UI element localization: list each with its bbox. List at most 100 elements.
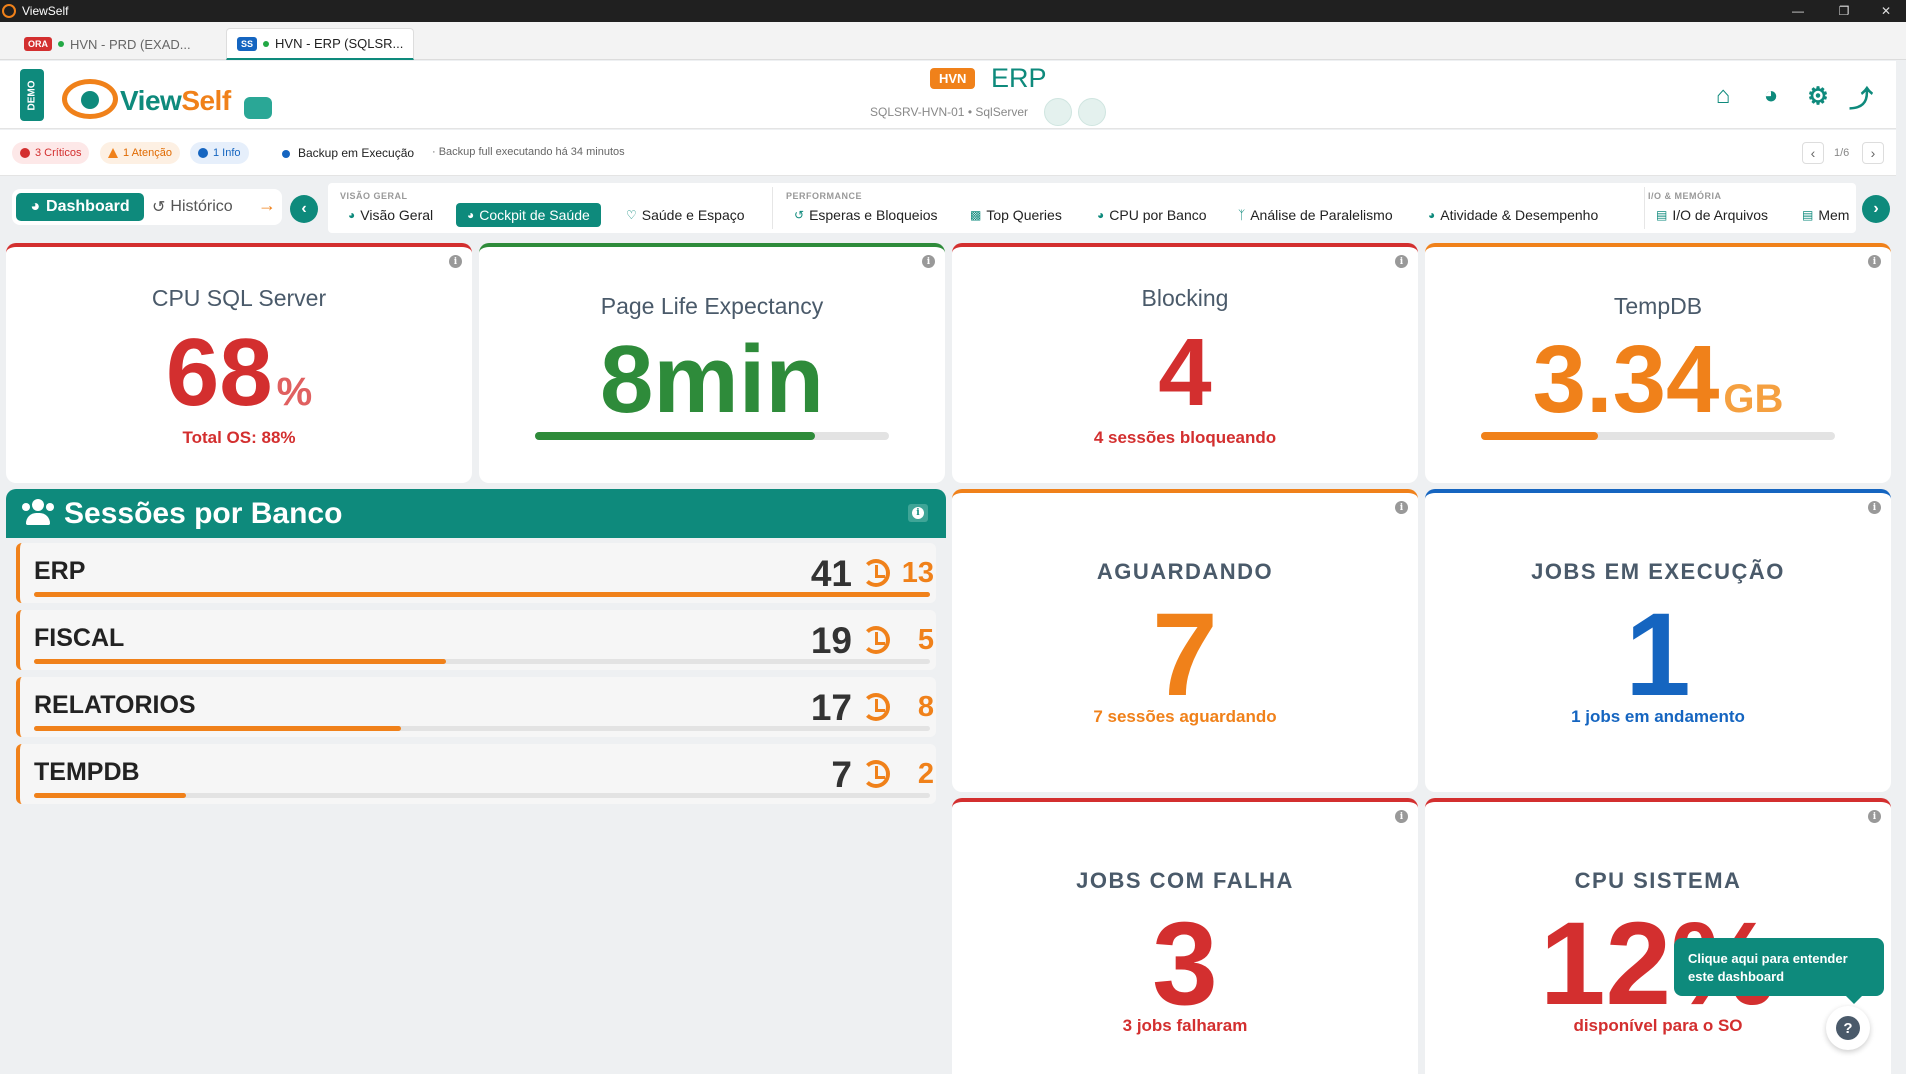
nav-io-de-arquivos[interactable]: ▤ I/O de Arquivos bbox=[1650, 203, 1774, 227]
nav-saude-e-espaco[interactable]: ♡ Saúde e Espaço bbox=[620, 203, 751, 227]
bar-chart-icon: ▩ bbox=[970, 208, 982, 222]
window-edge bbox=[1896, 60, 1906, 1074]
section-io-memoria: I/O & MEMÓRIA bbox=[1648, 191, 1722, 201]
info-icon[interactable]: i bbox=[908, 504, 928, 522]
session-bar-fill bbox=[34, 659, 447, 664]
warning-chip[interactable]: 1 Atenção bbox=[100, 142, 180, 164]
pie-chart-icon[interactable]: ◕ bbox=[1756, 81, 1786, 111]
help-tooltip[interactable]: Clique aqui para entender este dashboard bbox=[1674, 938, 1884, 1004]
plug-icon[interactable] bbox=[1044, 98, 1072, 126]
info-icon[interactable]: i bbox=[1868, 501, 1881, 514]
home-icon[interactable]: ⌂ bbox=[1708, 81, 1738, 111]
card-aguardando: i AGUARDANDO 7 7 sessões aguardando bbox=[952, 489, 1418, 792]
backup-description: · Backup full executando há 34 minutos bbox=[432, 146, 625, 158]
info-icon[interactable]: i bbox=[922, 255, 935, 268]
dashboard-button[interactable]: ◕ Dashboard bbox=[16, 193, 144, 221]
kpi-value: 3.34 GB bbox=[1425, 332, 1891, 428]
kpi-title: Blocking bbox=[1141, 285, 1229, 311]
session-bar-fill bbox=[34, 793, 187, 798]
card-blocking: i Blocking 4 4 sessões bloqueando bbox=[952, 243, 1418, 483]
warning-icon bbox=[108, 148, 118, 158]
ple-progress-bar bbox=[535, 432, 889, 440]
kpi-unit: % bbox=[276, 370, 313, 414]
close-button[interactable]: ✕ bbox=[1866, 0, 1906, 22]
nav-analise-de-paralelismo[interactable]: ᛉ Análise de Paralelismo bbox=[1232, 203, 1399, 227]
gauge-icon: ◕ bbox=[348, 208, 356, 222]
ple-progress-fill bbox=[535, 432, 815, 440]
info-icon[interactable]: i bbox=[449, 255, 462, 268]
session-row-erp[interactable]: ERP 41 13 bbox=[16, 543, 936, 603]
nav-scroll-right-button[interactable]: › bbox=[1862, 195, 1890, 223]
kpi-title: CPU SQL Server bbox=[151, 285, 327, 311]
dashboard-nav-strip: VISÃO GERAL ◕ Visão Geral ◕ Cockpit de Saú… bbox=[328, 183, 1856, 233]
history-icon bbox=[862, 693, 890, 721]
session-bar bbox=[34, 726, 930, 731]
nav-esperas-e-bloqueios[interactable]: ↺ Esperas e Bloqueios bbox=[788, 203, 943, 227]
status-dot bbox=[263, 40, 270, 47]
nav-cockpit-de-saude[interactable]: ◕ Cockpit de Saúde bbox=[456, 203, 601, 227]
info-icon[interactable]: i bbox=[1868, 810, 1881, 823]
kpi-value: 7 bbox=[1152, 589, 1218, 721]
demo-badge: DEMO bbox=[20, 69, 44, 121]
alert-pager: 1/6 bbox=[1834, 147, 1850, 159]
db-name: ERP bbox=[34, 557, 86, 585]
gauge-icon: ◕ bbox=[1428, 208, 1436, 222]
alerts-bar: 3 Críticos 1 Atenção 1 Info Backup em Ex… bbox=[0, 130, 1906, 176]
kpi-number: 3.34 bbox=[1532, 326, 1720, 433]
kpi-title: TempDB bbox=[1613, 293, 1703, 319]
logo-text: ViewSelf bbox=[120, 85, 231, 116]
dashboard-label: Dashboard bbox=[46, 198, 130, 215]
kpi-subtitle: 3 jobs falharam bbox=[1122, 1016, 1248, 1035]
critical-label: 3 Críticos bbox=[35, 147, 82, 159]
session-row-fiscal[interactable]: FISCAL 19 5 bbox=[16, 610, 936, 670]
help-button[interactable]: ? bbox=[1826, 1006, 1870, 1050]
nav-divider bbox=[1644, 187, 1645, 229]
kpi-subtitle: 4 sessões bloqueando bbox=[1093, 428, 1277, 447]
warning-label: 1 Atenção bbox=[123, 147, 172, 159]
nav-atividade-desempenho[interactable]: ◕ Atividade & Desempenho bbox=[1422, 203, 1604, 227]
info-icon[interactable]: i bbox=[1395, 810, 1408, 823]
alert-prev-button[interactable]: ‹ bbox=[1802, 142, 1824, 164]
info-icon[interactable]: i bbox=[1395, 501, 1408, 514]
db-name: FISCAL bbox=[34, 624, 125, 652]
session-count: 19 bbox=[810, 620, 852, 661]
arrow-right-icon[interactable]: → bbox=[258, 195, 276, 216]
session-row-relatorios[interactable]: RELATORIOS 17 8 bbox=[16, 677, 936, 737]
waiting-count: 13 bbox=[901, 557, 934, 589]
nav-scroll-left-button[interactable]: ‹ bbox=[290, 195, 318, 223]
kpi-title: AGUARDANDO bbox=[1096, 559, 1274, 584]
historico-button[interactable]: ↺ Histórico bbox=[152, 193, 252, 221]
session-bar bbox=[34, 659, 930, 664]
alert-next-button[interactable]: › bbox=[1862, 142, 1884, 164]
kpi-value: 1 bbox=[1625, 589, 1691, 721]
session-row-tempdb[interactable]: TEMPDB 7 2 bbox=[16, 744, 936, 804]
kpi-subtitle: 7 sessões aguardando bbox=[1093, 707, 1277, 726]
tab-oracle[interactable]: ORA HVN - PRD (EXAD... bbox=[14, 28, 201, 60]
tab-sqlserver[interactable]: SS HVN - ERP (SQLSR... bbox=[226, 28, 415, 60]
kpi-subtitle: 1 jobs em andamento bbox=[1571, 707, 1745, 726]
nav-top-queries[interactable]: ▩ Top Queries bbox=[964, 203, 1068, 227]
question-icon: ? bbox=[1836, 1016, 1860, 1040]
kpi-value: 8min bbox=[599, 326, 825, 433]
nav-cpu-por-banco[interactable]: ◕ CPU por Banco bbox=[1091, 203, 1213, 227]
robot-icon[interactable] bbox=[244, 97, 272, 119]
info-chip[interactable]: 1 Info bbox=[190, 142, 249, 164]
exit-icon[interactable]: ⤴ bbox=[1846, 81, 1876, 113]
server-label: SQLSRV-HVN-01 • SqlServer bbox=[870, 105, 1029, 119]
nav-visao-geral[interactable]: ◕ Visão Geral bbox=[342, 203, 439, 227]
tab-label: HVN - PRD (EXAD... bbox=[70, 36, 191, 52]
info-icon[interactable]: i bbox=[1868, 255, 1881, 268]
gear-icon[interactable]: ⚙ bbox=[1803, 81, 1833, 111]
minimize-button[interactable]: — bbox=[1778, 0, 1818, 22]
waiting-count: 8 bbox=[917, 691, 934, 723]
nav-label: CPU por Banco bbox=[1109, 207, 1207, 223]
info-icon[interactable]: i bbox=[1395, 255, 1408, 268]
session-bar bbox=[34, 592, 930, 597]
bot-icon[interactable] bbox=[1078, 98, 1106, 126]
kpi-title: CPU SISTEMA bbox=[1574, 868, 1742, 893]
restore-button[interactable]: ❐ bbox=[1824, 0, 1864, 22]
pie-chart-icon: ◕ bbox=[30, 198, 41, 215]
critical-chip[interactable]: 3 Críticos bbox=[12, 142, 90, 164]
history-icon: ↺ bbox=[794, 208, 805, 222]
nav-memoria[interactable]: ▤ Mem bbox=[1796, 203, 1855, 227]
